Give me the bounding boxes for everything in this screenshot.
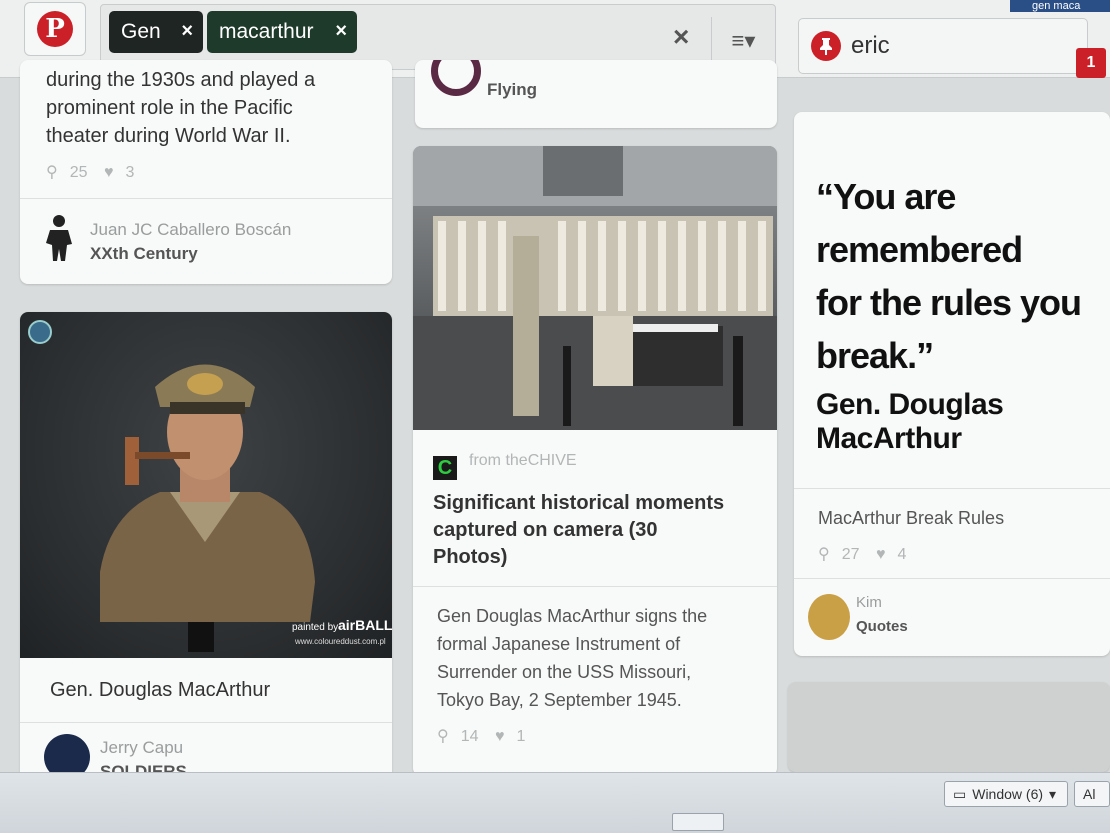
like-count: 4 xyxy=(897,546,907,563)
user-name: eric xyxy=(851,32,890,59)
like-count: 3 xyxy=(125,164,135,181)
hamburger-menu-icon: ≡▾ xyxy=(731,28,756,53)
search-chip-label: macarthur xyxy=(219,20,314,43)
divider xyxy=(413,586,777,587)
pin-source[interactable]: from theCHIVE xyxy=(469,452,577,470)
pin-description: during the 1930s and played a prominent … xyxy=(46,66,386,150)
description-line: Tokyo Bay, 2 September 1945. xyxy=(437,690,682,710)
repin-icon: ⚲ xyxy=(437,728,449,745)
divider xyxy=(20,722,392,723)
divider xyxy=(20,198,392,199)
credit-logo: airBALL xyxy=(338,617,392,633)
pin-stats: ⚲ 27 ♥ 4 xyxy=(818,544,918,564)
avatar[interactable] xyxy=(808,594,850,640)
heart-icon: ♥ xyxy=(494,728,505,745)
pinner-name[interactable]: Jerry Capu xyxy=(100,738,183,758)
board-name[interactable]: XXth Century xyxy=(90,244,198,264)
search-chip-label: Gen xyxy=(121,20,161,43)
taskbar-item-label: Al xyxy=(1083,786,1096,802)
source-logo-icon: C xyxy=(433,456,457,480)
quote-author: Gen. Douglas MacArthur xyxy=(816,388,1004,455)
quote-line: break.” xyxy=(816,335,934,376)
pinterest-logo-icon: P xyxy=(37,11,73,47)
quote-line: “You are remembered xyxy=(816,176,1023,270)
description-line: during the 1930s and played a xyxy=(46,69,316,91)
heart-icon: ♥ xyxy=(103,164,114,181)
repin-count: 25 xyxy=(69,164,88,181)
os-taskbar: ▭ Window (6) ▾ Al xyxy=(0,772,1110,833)
search-chip-gen[interactable]: Gen × xyxy=(109,11,203,53)
user-profile-button[interactable]: eric xyxy=(798,18,1088,74)
avatar[interactable] xyxy=(431,60,481,96)
divider xyxy=(794,488,1110,489)
remove-chip-icon[interactable]: × xyxy=(335,20,347,43)
like-count: 1 xyxy=(516,728,526,745)
pin-title[interactable]: Significant historical moments captured … xyxy=(433,490,763,571)
pin-card[interactable]: C from theCHIVE Significant historical m… xyxy=(413,146,777,776)
chevron-down-icon: ▾ xyxy=(1049,785,1057,802)
heart-icon: ♥ xyxy=(875,546,886,563)
repin-count: 14 xyxy=(460,728,479,745)
pinner-name[interactable]: Kim xyxy=(856,594,882,611)
search-chip-macarthur[interactable]: macarthur × xyxy=(207,11,357,53)
pin-icon xyxy=(811,31,841,61)
pin-card[interactable]: painted by airBALL www.coloureddust.com.… xyxy=(20,312,392,782)
board-name[interactable]: Flying xyxy=(487,80,537,100)
pin-stats: ⚲ 25 ♥ 3 xyxy=(46,162,146,182)
title-line: captured on camera (30 xyxy=(433,519,658,541)
pin-card[interactable]: “You are remembered for the rules you br… xyxy=(794,112,1110,656)
surrender-ceremony-figure xyxy=(413,146,777,430)
avatar[interactable] xyxy=(36,212,82,262)
scrollbar-thumb[interactable] xyxy=(672,813,724,831)
pin-stats: ⚲ 14 ♥ 1 xyxy=(437,726,537,746)
quote-line: for the rules you xyxy=(816,282,1082,323)
pin-description: Gen Douglas MacArthur signs the formal J… xyxy=(437,602,772,714)
notification-badge[interactable]: 1 xyxy=(1076,48,1106,78)
window-button[interactable]: ▭ Window (6) ▾ xyxy=(944,781,1068,807)
taskbar-item[interactable]: Al xyxy=(1074,781,1110,807)
description-line: formal Japanese Instrument of xyxy=(437,634,681,654)
divider xyxy=(794,578,1110,579)
title-line: Photos) xyxy=(433,546,508,568)
quote-text[interactable]: “You are remembered for the rules you br… xyxy=(816,170,1106,382)
clear-search-icon[interactable]: × xyxy=(673,21,689,53)
repin-icon: ⚲ xyxy=(818,546,830,563)
pin-image[interactable]: painted by airBALL www.coloureddust.com.… xyxy=(20,312,392,658)
pin-card[interactable]: Flying xyxy=(415,60,777,128)
description-line: Gen Douglas MacArthur signs the xyxy=(437,606,708,626)
pin-image[interactable] xyxy=(413,146,777,430)
repin-icon: ⚲ xyxy=(46,164,58,181)
window-button-label: Window (6) xyxy=(972,786,1044,802)
description-line: theater during World War II. xyxy=(46,125,291,147)
description-line: prominent role in the Pacific xyxy=(46,97,293,119)
pin-description: Gen. Douglas MacArthur xyxy=(50,679,271,701)
home-button[interactable]: P xyxy=(24,2,86,56)
pin-description: MacArthur Break Rules xyxy=(818,508,1005,528)
pin-card[interactable]: during the 1930s and played a prominent … xyxy=(20,60,392,284)
title-line: Significant historical moments xyxy=(433,492,725,514)
macarthur-bust-figure: painted by airBALL www.coloureddust.com.… xyxy=(28,320,392,652)
description-line: Surrender on the USS Missouri, xyxy=(437,662,692,682)
window-icon: ▭ xyxy=(953,785,967,802)
repin-count: 27 xyxy=(841,546,860,563)
credit-text: painted by xyxy=(292,622,338,633)
credit-url: www.coloureddust.com.pl xyxy=(294,637,386,646)
menu-button[interactable]: ≡▾ xyxy=(711,17,775,65)
browser-tab[interactable]: gen maca xyxy=(1010,0,1110,12)
board-name[interactable]: Quotes xyxy=(856,618,908,635)
remove-chip-icon[interactable]: × xyxy=(181,20,193,43)
pin-card[interactable] xyxy=(788,682,1110,772)
pinner-name[interactable]: Juan JC Caballero Boscán xyxy=(90,220,291,240)
